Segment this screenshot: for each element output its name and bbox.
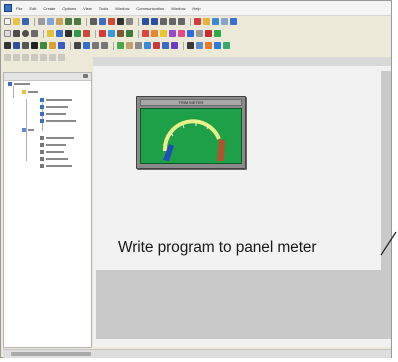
callout-pointer-line	[380, 231, 397, 256]
